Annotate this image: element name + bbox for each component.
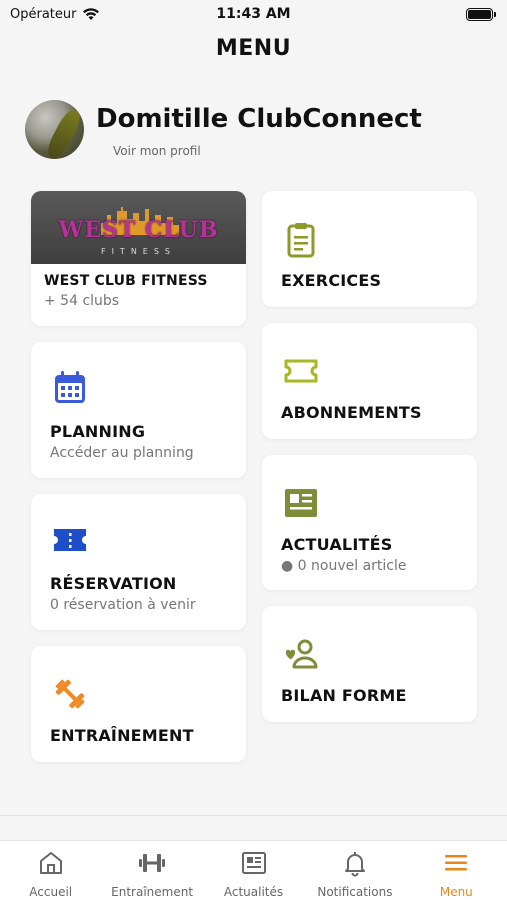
actualites-card[interactable]: ACTUALITÉS ● 0 nouvel article xyxy=(262,455,477,590)
newspaper-icon xyxy=(285,489,317,517)
bilan-forme-title: BILAN FORME xyxy=(281,686,407,705)
carrier-label: Opérateur xyxy=(10,6,77,22)
club-title: WEST CLUB FITNESS xyxy=(44,273,208,289)
bilan-forme-card[interactable]: BILAN FORME xyxy=(262,606,477,722)
dumbbell-icon xyxy=(139,854,166,872)
tab-entrainement[interactable]: Entraînement xyxy=(101,841,202,900)
ticket-icon xyxy=(54,529,86,551)
planning-title: PLANNING xyxy=(50,422,146,441)
dumbbell-icon xyxy=(55,679,85,709)
exercices-title: EXERCICES xyxy=(281,271,382,290)
abonnements-card[interactable]: ABONNEMENTS xyxy=(262,323,477,439)
tab-label: Accueil xyxy=(29,885,73,899)
reservation-card[interactable]: RÉSERVATION 0 réservation à venir xyxy=(31,494,246,630)
tab-actualites[interactable]: Actualités xyxy=(203,841,304,900)
club-logo-sub: FITNESS xyxy=(100,247,177,256)
view-profile-link[interactable]: Voir mon profil xyxy=(113,144,201,158)
page-title: MENU xyxy=(215,36,292,61)
tab-notifications[interactable]: Notifications xyxy=(304,841,405,900)
club-logo-banner: WEST CLUB FITNESS xyxy=(31,191,246,264)
entrainement-title: ENTRAÎNEMENT xyxy=(50,726,194,745)
user-heart-icon xyxy=(285,639,318,669)
wifi-icon xyxy=(83,8,100,20)
divider xyxy=(0,815,507,816)
tab-label: Menu xyxy=(439,885,473,899)
avatar[interactable] xyxy=(25,100,84,159)
planning-subtitle: Accéder au planning xyxy=(50,445,194,461)
planning-card[interactable]: PLANNING Accéder au planning xyxy=(31,342,246,478)
tab-accueil[interactable]: Accueil xyxy=(0,841,101,900)
tab-label: Actualités xyxy=(223,885,284,899)
newspaper-icon xyxy=(241,852,266,874)
bell-icon xyxy=(344,852,365,877)
entrainement-card[interactable]: ENTRAÎNEMENT xyxy=(31,646,246,762)
menu-icon xyxy=(445,855,468,871)
actualites-title: ACTUALITÉS xyxy=(281,535,393,554)
club-subtitle: + 54 clubs xyxy=(44,293,120,309)
exercices-card[interactable]: EXERCICES xyxy=(262,191,477,307)
ticket-icon xyxy=(284,359,318,383)
actualites-subtitle: ● 0 nouvel article xyxy=(281,558,407,574)
battery-icon xyxy=(466,7,496,21)
home-icon xyxy=(39,852,62,874)
tab-label: Notifications xyxy=(317,885,393,899)
tab-menu[interactable]: Menu xyxy=(406,841,507,900)
clipboard-icon xyxy=(287,223,315,258)
tab-bar: Accueil Entraînement Actualités Notifica… xyxy=(0,840,507,900)
club-logo-text: WEST CLUB xyxy=(58,217,219,243)
club-card[interactable]: WEST CLUB FITNESS WEST CLUB FITNESS + 54… xyxy=(31,191,246,326)
reservation-subtitle: 0 réservation à venir xyxy=(50,597,196,613)
status-left: Opérateur xyxy=(10,7,100,22)
calendar-icon xyxy=(55,371,85,403)
reservation-title: RÉSERVATION xyxy=(50,574,177,593)
status-bar: Opérateur 11:43 AM xyxy=(0,0,507,28)
profile-header[interactable]: Domitille ClubConnect Voir mon profil xyxy=(25,100,487,162)
profile-name: Domitille ClubConnect xyxy=(96,104,422,134)
tab-label: Entraînement xyxy=(111,885,194,899)
abonnements-title: ABONNEMENTS xyxy=(281,403,422,422)
